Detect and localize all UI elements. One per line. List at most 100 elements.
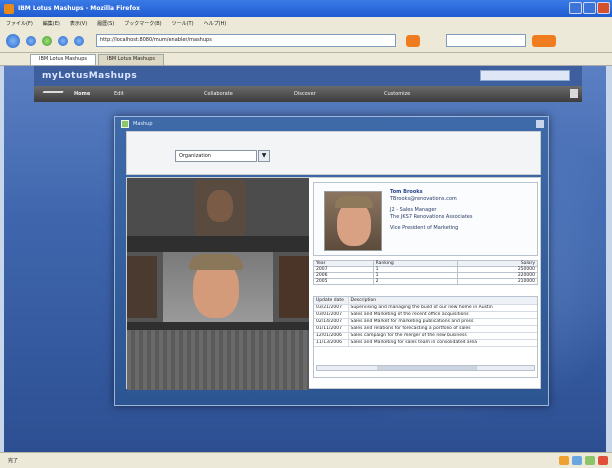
person-org: The JKS7 Renovations Associates — [390, 214, 473, 220]
person-photo[interactable] — [279, 256, 309, 318]
table-cell: Sales and Market for marketing publicati… — [348, 318, 537, 326]
table-cell: 02/14/2007 — [314, 318, 349, 326]
person-location: Vice President of Marketing — [390, 225, 459, 231]
app-header: myLotusMashups — [34, 66, 582, 86]
person-name[interactable]: Tom Brooks — [390, 189, 472, 196]
view-select[interactable]: Organization ▼ — [175, 150, 270, 162]
photo-row-bottom — [127, 330, 309, 390]
address-bar[interactable]: http://localhost:8080/mum/enabler/mashup… — [96, 34, 396, 47]
selected-person-photo[interactable] — [163, 252, 273, 322]
maximize-button[interactable] — [583, 2, 596, 14]
table-cell: Sales and Marketing of the recent office… — [348, 311, 537, 319]
table-row[interactable]: 01/11/2007 Sales and relations for forec… — [314, 325, 537, 333]
menu-help[interactable]: ヘルプ(H) — [204, 20, 227, 27]
table-cell: 210000 — [456, 278, 539, 285]
addon-icon[interactable] — [559, 456, 569, 465]
person-info: Tom Brooks TBrooks@renovations.com J2 - … — [390, 189, 472, 232]
tab-bar: IBM Lotus Mashups IBM Lotus Mashups — [0, 53, 612, 66]
table-row[interactable]: 12/01/2006 Sales campaign for the merger… — [314, 332, 537, 340]
status-bar: 完了 — [0, 452, 612, 468]
nav-home[interactable]: Home — [74, 91, 114, 97]
page-menu-icon[interactable] — [570, 89, 578, 98]
reload-icon[interactable] — [42, 35, 52, 46]
widget-title: Mashup — [133, 121, 153, 127]
app-search-input[interactable] — [480, 70, 570, 81]
column-header: Update date — [314, 297, 349, 305]
back-icon[interactable] — [6, 33, 20, 48]
minimize-button[interactable] — [569, 2, 582, 14]
addon-icon[interactable] — [598, 456, 608, 465]
nav-customize[interactable]: Customize — [384, 91, 410, 97]
addon-icon[interactable] — [572, 456, 582, 465]
nav-discover[interactable]: Discover — [294, 91, 384, 97]
table-cell: Sales and relations for forecasting a po… — [348, 325, 537, 333]
home-icon[interactable] — [74, 35, 84, 46]
menu-history[interactable]: 履歴(S) — [97, 20, 114, 27]
table-cell: 12/01/2006 — [314, 332, 349, 340]
table-cell: 03/01/2007 — [314, 311, 349, 319]
person-photo[interactable] — [195, 180, 245, 236]
window-title: IBM Lotus Mashups - Mozilla Firefox — [18, 5, 140, 12]
person-email[interactable]: TBrooks@renovations.com — [390, 196, 472, 203]
stop-icon[interactable] — [58, 35, 68, 46]
widget-content: Tom Brooks TBrooks@renovations.com J2 - … — [126, 177, 541, 390]
activity-table: Update date Description 03/21/2007 Super… — [314, 297, 537, 347]
table-row[interactable]: 03/01/2007 Sales and Marketing of the re… — [314, 311, 537, 319]
widget-icon — [121, 120, 129, 128]
face-shape — [207, 190, 233, 222]
forward-icon[interactable] — [26, 35, 36, 46]
page-viewport: myLotusMashups Home Edit Collaborate Dis… — [4, 66, 606, 452]
nav-collaborate[interactable]: Collaborate — [204, 91, 294, 97]
firefox-icon — [4, 3, 14, 14]
ranking-table: Year Ranking Salary 2007 1 250000 2006 1… — [313, 260, 539, 285]
status-text: 完了 — [8, 458, 19, 464]
person-title: J2 - Sales Manager — [390, 207, 437, 213]
activity-table-container: Update date Description 03/21/2007 Super… — [313, 296, 538, 378]
browser-titlebar: IBM Lotus Mashups - Mozilla Firefox — [0, 0, 612, 17]
photo-row-middle — [127, 252, 309, 322]
photo-grid — [127, 178, 309, 390]
chevron-down-icon[interactable]: ▼ — [258, 150, 270, 162]
window-controls — [569, 2, 610, 14]
addon-icon[interactable] — [585, 456, 595, 465]
close-button[interactable] — [597, 2, 610, 14]
widget-titlebar: Mashup — [115, 117, 548, 131]
cap-shape — [335, 196, 373, 208]
table-cell: 01/11/2007 — [314, 325, 349, 333]
menu-bar: ファイル(F) 編集(E) 表示(V) 履歴(S) ブックマーク(B) ツール(… — [0, 17, 612, 29]
table-cell: 2005 — [313, 278, 374, 285]
tab-1[interactable]: IBM Lotus Mashups — [30, 54, 96, 65]
nav-logo-icon — [40, 91, 64, 97]
person-portrait — [324, 191, 382, 251]
photo-row-top — [127, 178, 309, 236]
table-row[interactable]: 11/13/2006 Sales and Marketing for sales… — [314, 339, 537, 347]
mashup-widget: Mashup Organization ▼ Tom Brooks TBrooks… — [114, 116, 549, 406]
table-cell: Sales campaign for the merger of the new… — [348, 332, 537, 340]
table-row: 2005 2 210000 — [313, 278, 539, 285]
tab-2[interactable]: IBM Lotus Mashups — [98, 54, 164, 65]
scrollbar-thumb[interactable] — [377, 366, 477, 370]
table-cell: Sales and Marketing for sales team in co… — [348, 339, 537, 347]
cap-shape — [189, 254, 243, 270]
navigation-toolbar: http://localhost:8080/mum/enabler/mashup… — [0, 29, 612, 53]
details-panel: Tom Brooks TBrooks@renovations.com J2 - … — [313, 182, 539, 386]
status-icons — [559, 456, 608, 465]
search-button[interactable] — [532, 34, 556, 47]
go-button[interactable] — [406, 34, 420, 47]
person-card: Tom Brooks TBrooks@renovations.com J2 - … — [313, 182, 538, 256]
menu-bookmarks[interactable]: ブックマーク(B) — [124, 20, 161, 27]
menu-view[interactable]: 表示(V) — [70, 20, 87, 27]
table-cell: 11/13/2006 — [314, 339, 349, 347]
menu-edit[interactable]: 編集(E) — [43, 20, 60, 27]
search-input[interactable] — [446, 34, 526, 47]
horizontal-scrollbar[interactable] — [316, 365, 535, 371]
menu-tools[interactable]: ツール(T) — [172, 20, 194, 27]
nav-edit[interactable]: Edit — [114, 91, 204, 97]
widget-menu-icon[interactable] — [536, 120, 544, 128]
menu-file[interactable]: ファイル(F) — [6, 20, 33, 27]
table-cell: 03/21/2007 — [314, 304, 349, 312]
column-header: Description — [348, 297, 537, 305]
table-row[interactable]: 03/21/2007 Supervising and managing the … — [314, 304, 537, 312]
person-photo[interactable] — [127, 256, 157, 318]
table-row[interactable]: 02/14/2007 Sales and Market for marketin… — [314, 318, 537, 326]
